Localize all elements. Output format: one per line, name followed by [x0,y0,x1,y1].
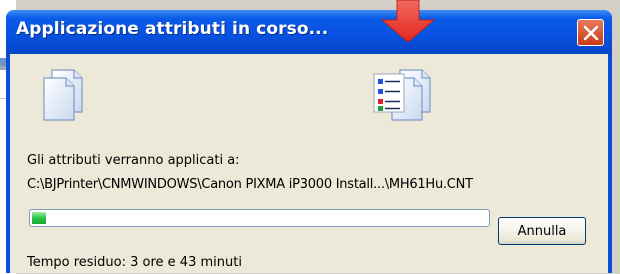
close-button[interactable] [577,19,604,46]
dialog-body: Gli attributi verranno applicati a: C:\B… [10,54,608,273]
documents-icon [43,69,83,121]
document-attributes-icon [373,69,431,121]
progress-fill [32,212,46,224]
target-path: C:\BJPrinter\CNMWINDOWS\Canon PIXMA iP30… [27,177,473,192]
applied-to-label: Gli attributi verranno applicati a: [27,153,240,168]
dialog-title: Applicazione attributi in corso... [16,19,329,39]
close-icon [583,25,599,41]
time-remaining: Tempo residuo: 3 ore e 43 minuti [27,255,242,270]
progress-dialog: Applicazione attributi in corso... Gli a… [6,10,612,273]
annotation-arrow-icon [380,0,436,43]
cancel-button[interactable]: Annulla [498,217,586,245]
progress-bar [29,209,490,227]
title-bar[interactable]: Applicazione attributi in corso... [6,10,612,54]
